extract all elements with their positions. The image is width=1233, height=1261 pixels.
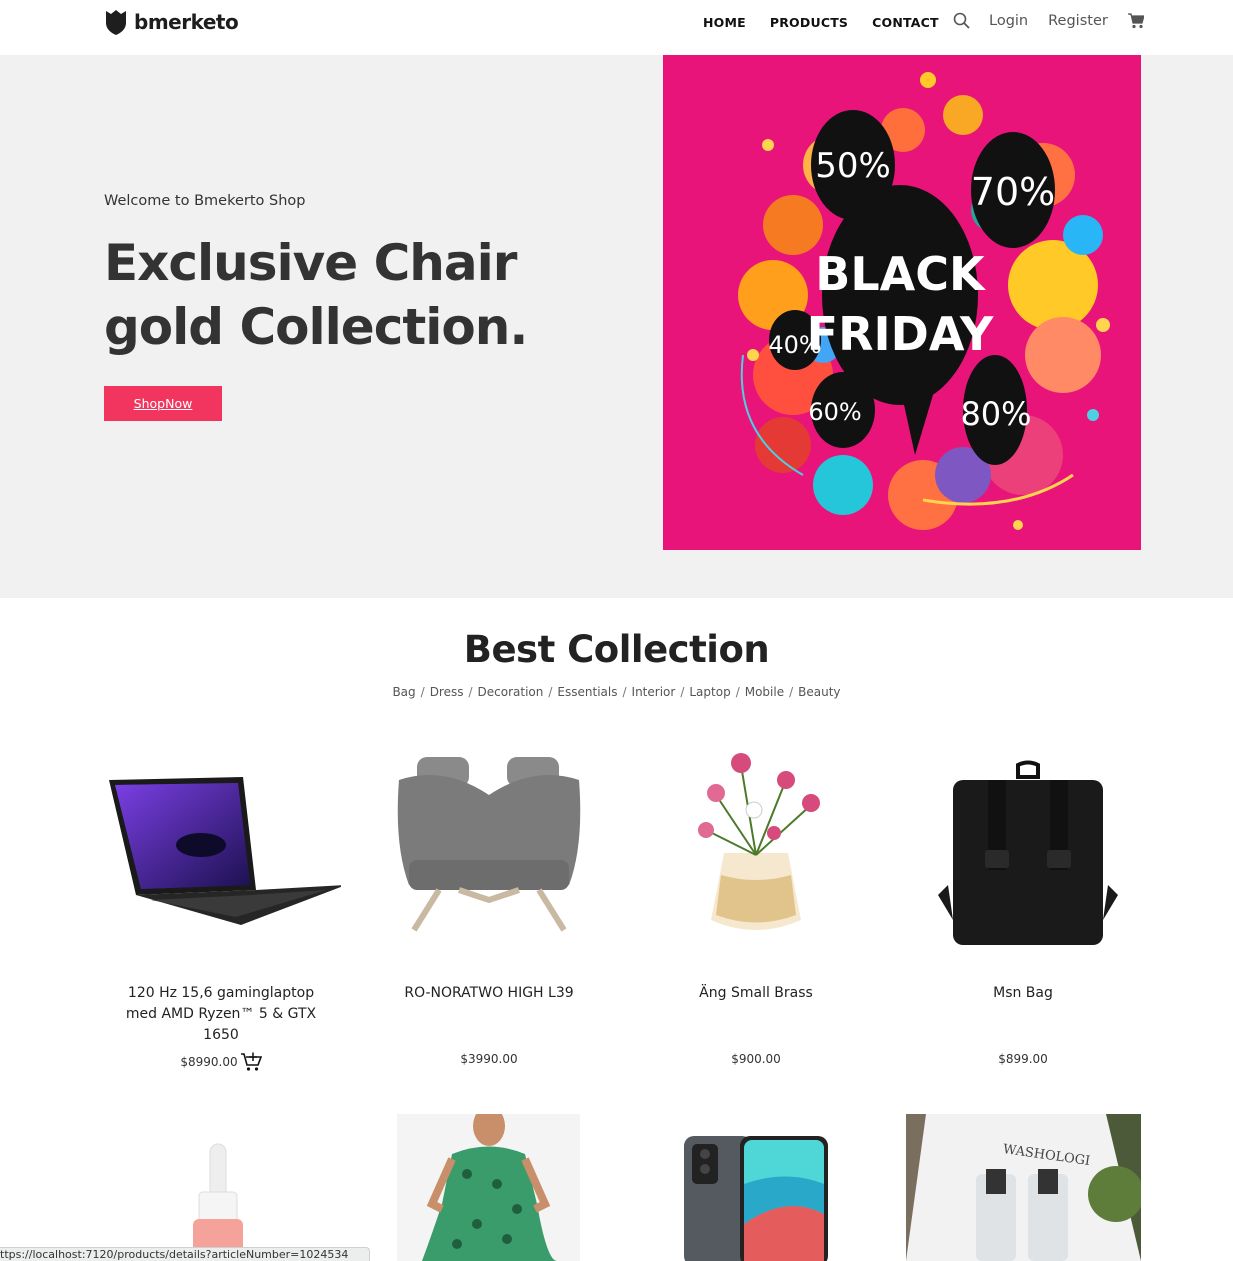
hero-title-line1: Exclusive Chair [104,234,517,292]
category-filter: Bag / Dress / Decoration / Essentials / Interior… [0,685,1233,699]
banner-discount-50: 50% [815,146,891,186]
login-link[interactable]: Login [989,13,1028,29]
category-essentials[interactable]: Essentials [557,685,617,699]
hero-title: Exclusive Chair gold Collection. [104,231,624,359]
product-name[interactable]: RO-NORATWO HIGH L39 [364,983,614,1046]
nav-actions: Login Register [953,12,1144,29]
product-name[interactable]: 120 Hz 15,6 gaminglaptop med AMD Ryzen™ … [96,983,346,1046]
dress-icon [397,1114,580,1261]
cart-icon[interactable] [1127,12,1144,29]
product-image-washologi[interactable]: WASHOLOGI [906,1114,1141,1261]
register-link[interactable]: Register [1048,13,1108,29]
browser-status-url: ttps://localhost:7120/products/details?a… [0,1247,370,1261]
product-price: $900.00 [731,1052,781,1066]
category-separator: / [468,685,473,699]
product-image-sofa[interactable] [369,735,609,970]
brand-name: bmerketo [134,10,239,34]
category-interior[interactable]: Interior [632,685,676,699]
category-separator: / [789,685,794,699]
category-dress[interactable]: Dress [430,685,464,699]
product-image-mobile[interactable] [636,1114,876,1261]
add-to-cart-icon[interactable] [240,1052,262,1072]
category-mobile[interactable]: Mobile [745,685,784,699]
category-separator: / [622,685,627,699]
product-image-laptop[interactable] [101,735,341,970]
navbar: bmerketo HOME PRODUCTS CONTACT Login Reg… [0,0,1233,55]
product-image-backpack[interactable] [903,735,1143,970]
product-card[interactable]: 120 Hz 15,6 gaminglaptop med AMD Ryzen™ … [96,735,346,1072]
product-price: $3990.00 [460,1052,518,1066]
sofa-icon [397,757,581,932]
banner-discount-40: 40% [768,331,821,359]
category-separator: / [548,685,553,699]
nav-home-link[interactable]: HOME [703,15,746,30]
product-name[interactable]: Msn Bag [898,983,1148,1046]
mobile-phone-icon [636,1114,876,1261]
category-beauty[interactable]: Beauty [798,685,840,699]
category-decoration[interactable]: Decoration [478,685,544,699]
category-separator: / [420,685,425,699]
brand-logo[interactable]: bmerketo [104,9,239,35]
product-image-flower-vase[interactable] [636,735,876,970]
backpack-icon [938,760,1118,945]
nav-contact-link[interactable]: CONTACT [872,15,939,30]
category-separator: / [735,685,740,699]
hero-section: Welcome to Bmekerto Shop Exclusive Chair… [0,55,1233,598]
flower-vase-icon [698,753,820,930]
product-name[interactable]: Äng Small Brass [631,983,881,1046]
laptop-icon [109,777,341,925]
black-friday-image: BLACK FRIDAY 50% 70% 40% 60% 80% [663,55,1141,550]
banner-discount-60: 60% [808,398,861,426]
washologi-box-icon: WASHOLOGI [906,1114,1141,1261]
product-price-row: $8990.00 [96,1052,346,1072]
product-price-row: $900.00 [631,1052,881,1066]
serum-bottle-icon [101,1114,341,1261]
category-laptop[interactable]: Laptop [689,685,730,699]
shop-now-button[interactable]: ShopNow [104,386,222,421]
product-card[interactable]: Msn Bag $899.00 [898,735,1148,1066]
search-icon[interactable] [953,12,970,29]
product-image-serum[interactable] [101,1114,341,1261]
main-nav: HOME PRODUCTS CONTACT [703,15,963,30]
banner-discount-70: 70% [971,170,1055,214]
banner-discount-80: 80% [960,395,1031,433]
hero-welcome-text: Welcome to Bmekerto Shop [104,193,306,209]
section-title: Best Collection [463,628,770,671]
product-image-dress[interactable] [397,1114,580,1261]
product-price: $899.00 [998,1052,1048,1066]
product-price: $8990.00 [180,1055,238,1069]
banner-friday-text: FRIDAY [807,307,994,361]
banner-black-text: BLACK [815,247,987,301]
product-price-row: $899.00 [898,1052,1148,1066]
black-friday-banner[interactable]: BLACK FRIDAY 50% 70% 40% 60% 80% [663,55,1141,550]
category-separator: / [680,685,685,699]
product-card[interactable]: Äng Small Brass $900.00 [631,735,881,1066]
shield-logo-icon [106,10,126,35]
nav-products-link[interactable]: PRODUCTS [770,15,848,30]
product-card[interactable]: RO-NORATWO HIGH L39 $3990.00 [364,735,614,1066]
hero-title-line2: gold Collection. [104,298,528,356]
product-price-row: $3990.00 [364,1052,614,1066]
category-bag[interactable]: Bag [392,685,415,699]
